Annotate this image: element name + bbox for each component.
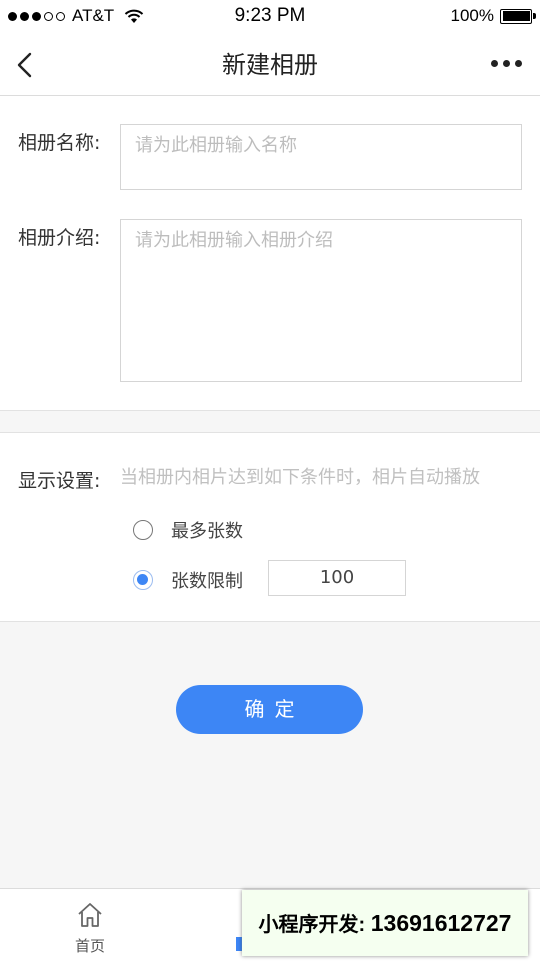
confirm-button[interactable]: 确定: [176, 685, 363, 734]
radio-count-limit-label: 张数限制: [171, 571, 243, 592]
tab-home[interactable]: 首页: [58, 901, 122, 956]
overlay-phone: 13691612727: [370, 910, 512, 936]
tab-home-label: 首页: [74, 937, 105, 955]
navigation-bar: 新建相册: [0, 32, 540, 96]
album-name-label: 相册名称:: [18, 132, 101, 154]
album-intro-label: 相册介绍:: [18, 227, 101, 249]
page-title: 新建相册: [222, 51, 318, 79]
album-info-section: 相册名称: 请为此相册输入名称 相册介绍: 请为此相册输入相册介绍: [0, 96, 540, 411]
radio-count-limit[interactable]: 张数限制: [133, 567, 243, 593]
radio-max-count-label: 最多张数: [171, 521, 243, 542]
status-right: 100%: [450, 6, 536, 26]
album-intro-textarea[interactable]: 请为此相册输入相册介绍: [120, 219, 522, 382]
radio-checked-icon[interactable]: [133, 570, 153, 590]
contact-overlay: 小程序开发: 13691612727: [242, 890, 528, 956]
home-icon: [78, 903, 102, 927]
status-bar: AT&T 9:23 PM 100%: [0, 0, 540, 32]
count-limit-input[interactable]: 100: [268, 560, 406, 596]
battery-percent: 100%: [450, 6, 494, 25]
display-settings-section: 显示设置: 当相册内相片达到如下条件时，相片自动播放 最多张数 张数限制 100: [0, 432, 540, 622]
radio-max-count[interactable]: 最多张数: [133, 517, 243, 543]
display-settings-hint: 当相册内相片达到如下条件时，相片自动播放: [120, 467, 480, 488]
battery-icon: [500, 8, 536, 24]
more-dots-icon[interactable]: [491, 60, 522, 67]
display-settings-label: 显示设置:: [18, 470, 101, 492]
album-name-input[interactable]: 请为此相册输入名称: [120, 124, 522, 190]
overlay-prefix: 小程序开发:: [258, 914, 366, 936]
radio-unchecked-icon[interactable]: [133, 520, 153, 540]
